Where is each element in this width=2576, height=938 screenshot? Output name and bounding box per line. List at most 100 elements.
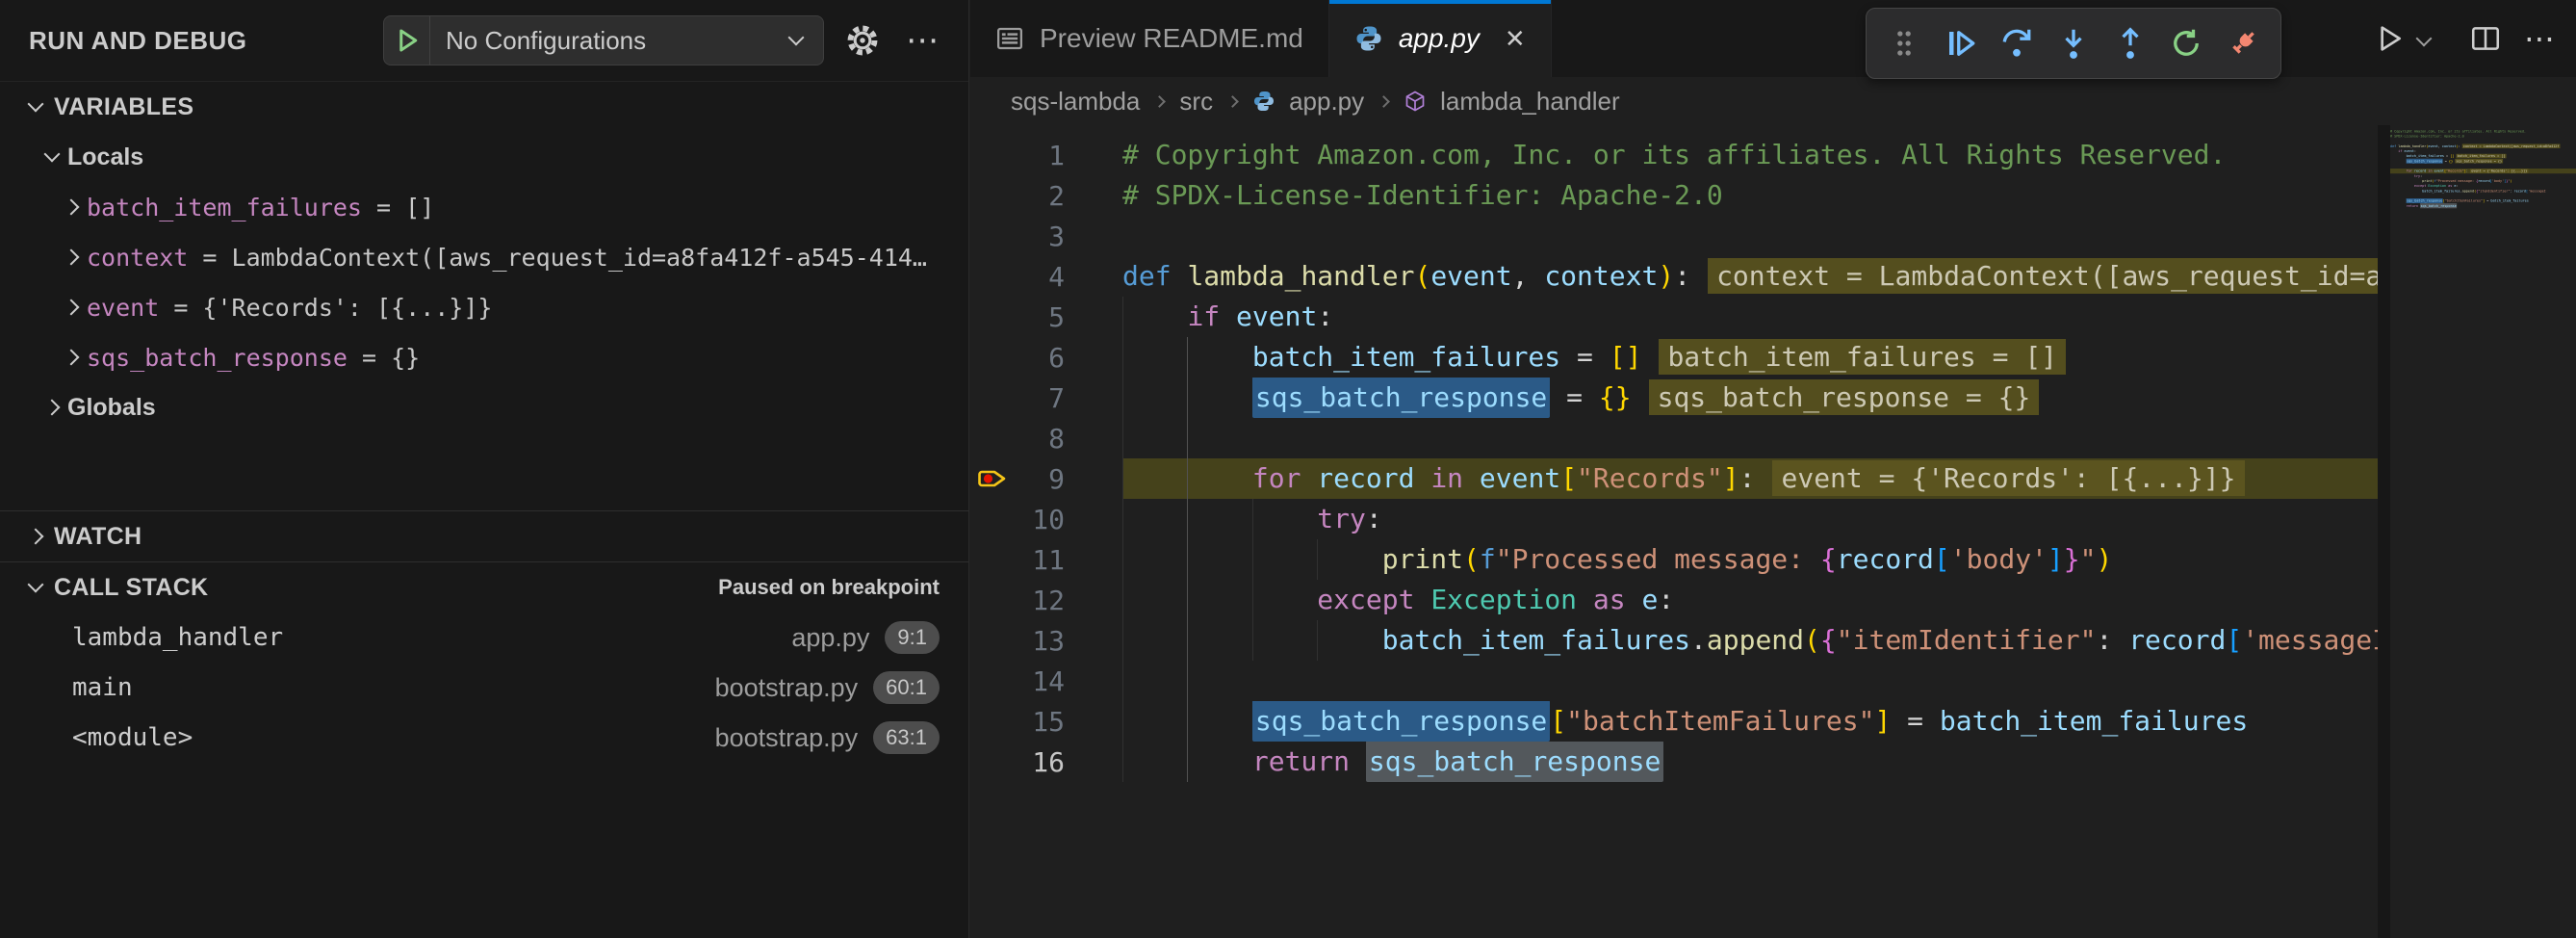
code-token bbox=[1122, 503, 1317, 534]
variable-row[interactable]: sqs_batch_response = {} bbox=[0, 332, 968, 382]
step-into-icon[interactable] bbox=[2050, 16, 2097, 70]
variables-section-header[interactable]: VARIABLES bbox=[0, 82, 968, 132]
code-token: : bbox=[1674, 260, 1690, 292]
gear-icon[interactable] bbox=[841, 19, 884, 62]
call-stack-section-header[interactable]: CALL STACK Paused on breakpoint bbox=[0, 562, 968, 612]
code-line[interactable]: 13 batch_item_failures.append({"itemIden… bbox=[970, 620, 2378, 661]
code-token bbox=[1122, 462, 1252, 494]
code-line[interactable]: 1# Copyright Amazon.com, Inc. or its aff… bbox=[970, 135, 2378, 175]
tab-app-py[interactable]: app.py ✕ bbox=[1329, 0, 1552, 77]
variable-row[interactable]: batch_item_failures = [] bbox=[0, 182, 968, 232]
code-line[interactable]: 2# SPDX-License-Identifier: Apache-2.0 bbox=[970, 175, 2378, 216]
breakpoint-slot[interactable] bbox=[970, 175, 1017, 216]
breadcrumb-symbol[interactable]: lambda_handler bbox=[1440, 87, 1619, 117]
code-line[interactable]: 6 batch_item_failures = []batch_item_fai… bbox=[970, 337, 2378, 378]
code-line[interactable]: 10 try: bbox=[970, 499, 2378, 539]
breakpoint-slot[interactable] bbox=[970, 580, 1017, 620]
code-token: sqs_batch_response bbox=[1252, 701, 1550, 742]
breakpoint-slot[interactable] bbox=[970, 378, 1017, 418]
code-line[interactable]: 14 bbox=[970, 661, 2378, 701]
disconnect-icon[interactable] bbox=[2220, 16, 2266, 70]
breakpoint-slot[interactable] bbox=[970, 620, 1017, 661]
code-line[interactable]: 7 sqs_batch_response = {}sqs_batch_respo… bbox=[970, 378, 2378, 418]
code-token: = bbox=[1550, 381, 1599, 413]
variable-row[interactable]: event = {'Records': [{...}]} bbox=[0, 282, 968, 332]
code-line[interactable]: 5 if event: bbox=[970, 297, 2378, 337]
breakpoint-slot[interactable] bbox=[970, 418, 1017, 458]
line-number: 15 bbox=[1017, 706, 1122, 738]
frame-file: bootstrap.py bbox=[715, 673, 859, 703]
chevron-down-icon bbox=[44, 146, 61, 163]
breakpoint-slot[interactable] bbox=[970, 539, 1017, 580]
code-line[interactable]: 11 print(f"Processed message: {record['b… bbox=[970, 539, 2378, 580]
code-token: ] bbox=[2048, 543, 2064, 575]
code-token: except bbox=[1317, 584, 1414, 615]
locals-label: Locals bbox=[67, 143, 143, 171]
line-number: 11 bbox=[1017, 544, 1122, 576]
locals-group[interactable]: Locals bbox=[0, 132, 968, 182]
run-python-file-icon[interactable] bbox=[2368, 17, 2410, 60]
continue-icon[interactable] bbox=[1938, 16, 1984, 70]
chevron-right-icon bbox=[1154, 95, 1167, 108]
run-dropdown-chevron-icon[interactable] bbox=[2416, 31, 2433, 47]
code-token bbox=[1414, 462, 1430, 494]
frame-position-badge: 9:1 bbox=[885, 621, 940, 654]
stack-frame-row[interactable]: mainbootstrap.py60:1 bbox=[0, 663, 968, 713]
code-line[interactable]: 8 bbox=[970, 418, 2378, 458]
code-line[interactable]: 3 bbox=[970, 216, 2378, 256]
breakpoint-slot[interactable] bbox=[970, 135, 1017, 175]
inline-debug-value: sqs_batch_response = {} bbox=[2455, 159, 2503, 164]
breakpoint-slot[interactable] bbox=[970, 297, 1017, 337]
tab-preview-readme[interactable]: Preview README.md bbox=[970, 0, 1329, 77]
breakpoint-slot[interactable] bbox=[970, 661, 1017, 701]
code-line[interactable]: 16 return sqs_batch_response bbox=[970, 742, 2378, 782]
breadcrumb-folder[interactable]: sqs-lambda bbox=[1011, 87, 1140, 117]
code-line[interactable]: 12 except Exception as e: bbox=[970, 580, 2378, 620]
watch-section-header[interactable]: WATCH bbox=[0, 511, 968, 561]
code-line[interactable]: 4def lambda_handler(event, context):cont… bbox=[970, 256, 2378, 297]
breakpoint-slot[interactable] bbox=[970, 701, 1017, 742]
debug-configuration-dropdown[interactable]: No Configurations bbox=[383, 15, 824, 65]
code-line[interactable]: 9 for record in event["Records"]:event =… bbox=[970, 458, 2378, 499]
code-token: {} bbox=[2449, 159, 2453, 163]
breakpoint-slot[interactable] bbox=[970, 337, 1017, 378]
breakpoint-current-line-icon[interactable] bbox=[970, 458, 1017, 499]
code-token: return bbox=[2407, 204, 2418, 208]
code-token bbox=[1414, 584, 1430, 615]
globals-group[interactable]: Globals bbox=[0, 382, 968, 432]
breakpoint-slot[interactable] bbox=[970, 499, 1017, 539]
code-token: [ bbox=[1550, 705, 1566, 737]
minimap[interactable]: # Copyright Amazon.com, Inc. or its affi… bbox=[2390, 125, 2576, 938]
close-icon[interactable]: ✕ bbox=[1505, 24, 1526, 54]
code-token bbox=[1301, 462, 1317, 494]
split-editor-icon[interactable] bbox=[2464, 17, 2507, 60]
drag-handle-icon[interactable] bbox=[1881, 16, 1927, 70]
code-token: "itemIdentifier" bbox=[2478, 189, 2510, 193]
more-actions-icon[interactable]: ⋯ bbox=[2518, 17, 2561, 60]
code-token bbox=[2390, 184, 2414, 188]
variable-row[interactable]: context = LambdaContext([aws_request_id=… bbox=[0, 232, 968, 282]
breakpoint-slot[interactable] bbox=[970, 256, 1017, 297]
editor-actions: ⋯ bbox=[2351, 0, 2561, 77]
code-line[interactable]: 15 sqs_batch_response["batchItemFailures… bbox=[970, 701, 2378, 742]
python-icon bbox=[1354, 24, 1383, 53]
more-actions-icon[interactable]: ⋯ bbox=[901, 19, 943, 62]
breakpoint-slot[interactable] bbox=[970, 216, 1017, 256]
stack-frame-row[interactable]: <module>bootstrap.py63:1 bbox=[0, 713, 968, 763]
restart-icon[interactable] bbox=[2163, 16, 2209, 70]
globals-label: Globals bbox=[67, 394, 156, 422]
code-token bbox=[1122, 341, 1252, 373]
chevron-right-icon bbox=[64, 199, 80, 216]
stack-frame-row[interactable]: lambda_handlerapp.py9:1 bbox=[0, 612, 968, 663]
breadcrumb-file[interactable]: app.py bbox=[1289, 87, 1364, 117]
code-editor[interactable]: 1# Copyright Amazon.com, Inc. or its aff… bbox=[970, 125, 2378, 938]
start-debug-icon[interactable] bbox=[384, 16, 430, 65]
breakpoint-slot[interactable] bbox=[970, 742, 1017, 782]
breadcrumb-folder[interactable]: src bbox=[1179, 87, 1213, 117]
chevron-right-icon bbox=[64, 249, 80, 266]
code-token: context bbox=[1544, 260, 1658, 292]
step-over-icon[interactable] bbox=[1994, 16, 2040, 70]
line-number: 2 bbox=[1017, 180, 1122, 212]
step-out-icon[interactable] bbox=[2107, 16, 2153, 70]
variable-name: batch_item_failures bbox=[87, 194, 362, 221]
